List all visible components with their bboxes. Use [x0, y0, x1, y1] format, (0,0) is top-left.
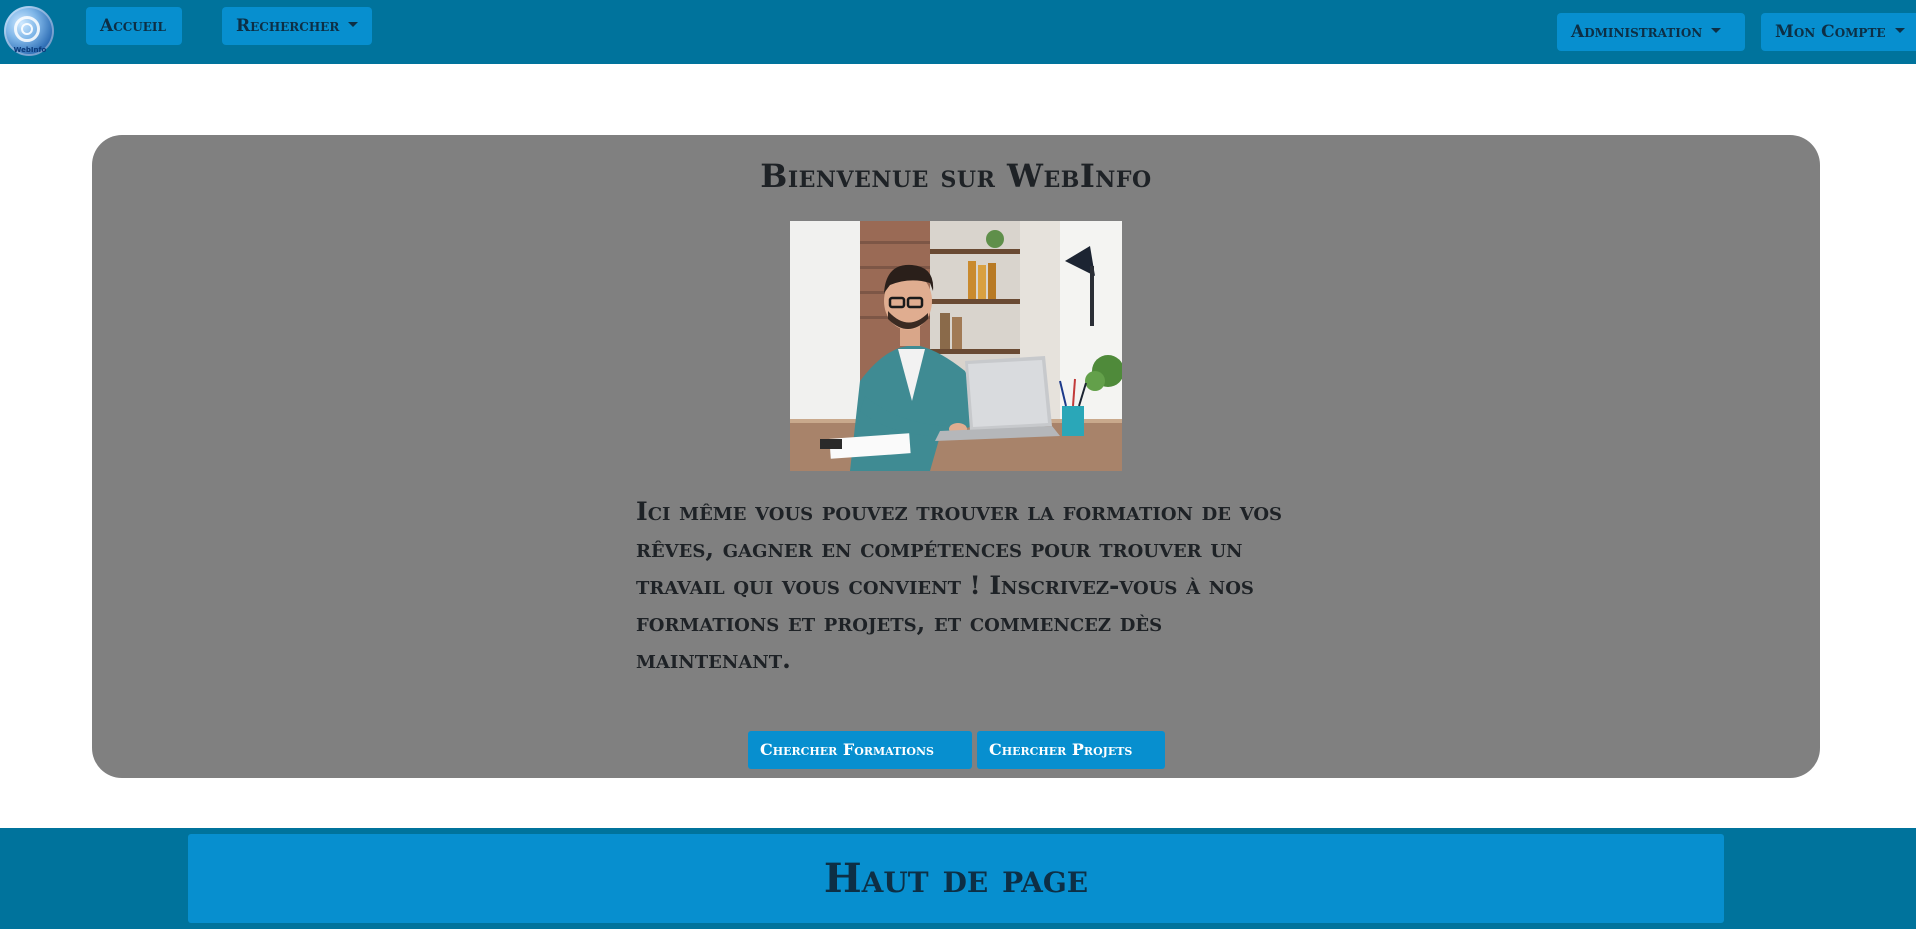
- search-projets-label: Chercher Projets: [989, 740, 1133, 759]
- chevron-down-icon: [1894, 28, 1905, 33]
- back-to-top-button[interactable]: Haut de page: [188, 834, 1724, 923]
- welcome-description: Ici même vous pouvez trouver la formatio…: [636, 497, 1283, 674]
- chevron-down-icon: [348, 22, 359, 27]
- nav-rechercher-label: Rechercher: [236, 16, 340, 36]
- nav-administration-dropdown[interactable]: Administration: [1557, 13, 1745, 51]
- welcome-title: Bienvenue sur WebInfo: [760, 157, 1152, 195]
- nav-mon-compte-dropdown[interactable]: Mon Compte: [1761, 13, 1916, 51]
- brand-logo[interactable]: WebInfo: [4, 6, 54, 56]
- page-footer: Haut de page: [0, 828, 1916, 929]
- nav-mon-compte-label: Mon Compte: [1775, 22, 1886, 42]
- top-navbar: WebInfo Accueil Rechercher Administratio…: [0, 0, 1916, 64]
- welcome-card: Bienvenue sur WebInfo Ici même vous pouv…: [92, 135, 1820, 778]
- brand-logo-text: WebInfo: [13, 46, 47, 54]
- search-projets-button[interactable]: Chercher Projets: [977, 731, 1165, 769]
- search-formations-label: Chercher Formations: [760, 740, 935, 759]
- chevron-down-icon: [1711, 28, 1722, 33]
- nav-accueil-label: Accueil: [100, 16, 166, 36]
- back-to-top-label: Haut de page: [823, 855, 1089, 902]
- nav-accueil-button[interactable]: Accueil: [86, 7, 182, 45]
- man-working-on-laptop-photo: [790, 221, 1122, 471]
- nav-rechercher-dropdown[interactable]: Rechercher: [222, 7, 372, 45]
- nav-administration-label: Administration: [1571, 22, 1703, 42]
- search-formations-button[interactable]: Chercher Formations: [748, 731, 972, 769]
- hero-photo: [790, 221, 1122, 471]
- logo-inner-ring: [21, 23, 33, 35]
